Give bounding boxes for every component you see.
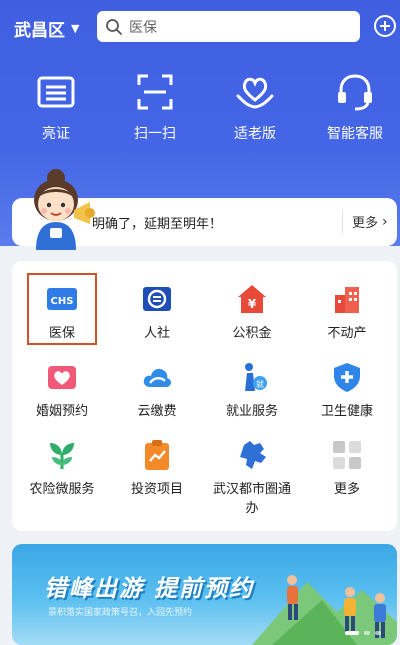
quick-actions: 亮证 扫一扫 适老版 智能客服 <box>0 70 400 150</box>
quick-action-label: 智能客服 <box>327 126 383 142</box>
mascot-girl-icon <box>34 169 95 250</box>
real-estate-icon <box>335 287 359 313</box>
svg-text:CHS: CHS <box>51 296 74 307</box>
search-input[interactable] <box>129 18 329 35</box>
promo-banner[interactable]: 错峰出游 提前预约 景积落实国家政策号召，入园先预约 <box>12 544 397 645</box>
chevron-right-icon: › <box>382 213 388 230</box>
notice-text: 明确了，延期至明年！ <box>92 217 223 232</box>
service-grid: CHS 医保 人社 ¥ 公积金 不动产 婚姻预约 云缴费 就 就业服务 卫生健康… <box>12 261 397 531</box>
housing-fund-icon: ¥ <box>238 285 266 313</box>
health-shield-icon <box>334 363 360 392</box>
search-bar[interactable] <box>97 11 360 42</box>
service-label: 不动产 <box>327 326 367 341</box>
service-label: 就业服务 <box>225 404 278 419</box>
notice-more-link[interactable]: 更多 › <box>352 212 388 232</box>
service-label: 医保 <box>48 326 75 341</box>
service-label: 更多 <box>333 482 360 497</box>
service-label: 云缴费 <box>137 404 177 419</box>
service-cloud-payment[interactable]: 云缴费 <box>112 361 202 421</box>
service-real-estate[interactable]: 不动产 <box>302 283 392 343</box>
service-label: 卫生健康 <box>320 404 373 419</box>
service-label: 武汉都市圈通办 <box>212 482 291 516</box>
service-agri-insurance[interactable]: 农险微服务 <box>17 439 107 499</box>
cloud-payment-icon <box>143 368 171 387</box>
banner-subtitle: 景积落实国家政策号召，入园先预约 <box>48 608 193 618</box>
caret-down-icon: ▼ <box>71 21 80 35</box>
medical-insurance-icon: CHS <box>47 288 77 310</box>
svg-text:就: 就 <box>256 379 264 389</box>
carousel-dot <box>375 631 381 635</box>
wuhan-metro-map-icon <box>240 441 266 469</box>
quick-action-elder-mode[interactable]: 适老版 <box>213 70 297 143</box>
more-label: 更多 <box>352 216 379 231</box>
search-icon <box>106 18 122 35</box>
scan-icon <box>137 74 173 110</box>
service-label: 公积金 <box>232 326 272 341</box>
investment-clipboard-icon <box>145 440 169 470</box>
carousel-indicator <box>345 631 381 635</box>
carousel-dot-active <box>345 631 359 635</box>
marriage-icon <box>48 366 76 389</box>
add-circle-icon[interactable] <box>373 14 397 38</box>
service-health[interactable]: 卫生健康 <box>302 361 392 421</box>
divider <box>342 210 343 234</box>
service-label: 婚姻预约 <box>35 404 88 419</box>
svg-text:¥: ¥ <box>248 297 257 311</box>
more-grid-icon <box>333 441 361 469</box>
quick-action-label: 适老版 <box>234 126 276 142</box>
agri-insurance-icon <box>50 443 74 469</box>
service-social-security[interactable]: 人社 <box>112 283 202 343</box>
banner-title: 错峰出游 提前预约 <box>44 576 255 602</box>
service-label: 人社 <box>143 326 170 341</box>
service-marriage[interactable]: 婚姻预约 <box>17 361 107 421</box>
carousel-dot <box>364 631 370 635</box>
service-label: 农险微服务 <box>29 482 95 497</box>
quick-action-show-id[interactable]: 亮证 <box>14 70 98 143</box>
service-label: 投资项目 <box>130 482 183 497</box>
district-selector[interactable]: 武昌区 ▼ <box>14 15 79 41</box>
employment-icon: 就 <box>245 363 267 391</box>
headset-icon <box>338 74 372 111</box>
service-wuhan-metro[interactable]: 武汉都市圈通办 <box>207 439 297 518</box>
service-more[interactable]: 更多 <box>302 439 392 499</box>
service-investment[interactable]: 投资项目 <box>112 439 202 499</box>
id-card-icon <box>37 76 75 108</box>
quick-action-label: 亮证 <box>42 126 70 142</box>
service-employment[interactable]: 就 就业服务 <box>207 361 297 421</box>
service-medical-insurance[interactable]: CHS 医保 <box>17 283 107 343</box>
social-security-icon <box>143 287 171 311</box>
quick-action-label: 扫一扫 <box>134 126 176 142</box>
service-housing-fund[interactable]: ¥ 公积金 <box>207 283 297 343</box>
quick-action-scan[interactable]: 扫一扫 <box>113 70 197 143</box>
district-label: 武昌区 <box>14 20 65 41</box>
quick-action-ai-support[interactable]: 智能客服 <box>313 70 397 143</box>
elder-care-heart-icon <box>236 77 274 109</box>
